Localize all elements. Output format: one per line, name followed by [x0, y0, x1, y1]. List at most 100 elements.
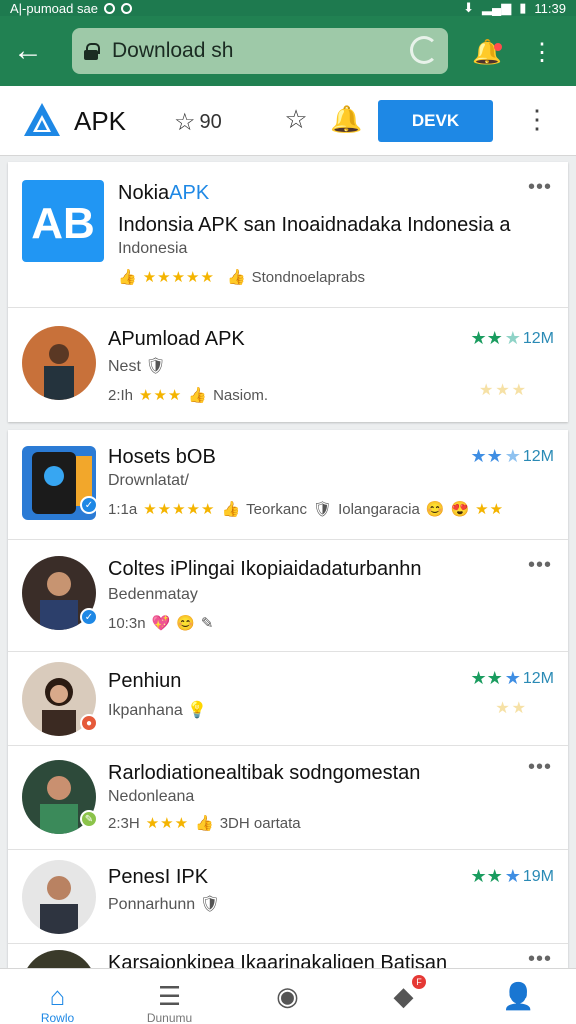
notification-badge: F	[412, 975, 426, 989]
item-title: Coltes iPlingai Ikopiaidadaturbanhn	[108, 558, 422, 580]
item-subtitle-text: Ikpanhana	[108, 702, 183, 719]
stars: ★★★	[145, 815, 190, 832]
stars: ★★	[475, 501, 505, 518]
nav-list[interactable]: ☰ Dunumu	[112, 969, 227, 1024]
clock: 11:39	[534, 0, 566, 16]
item-meta: 1:1a ★★★★★ 👍 Teorkanc 🛡 Iolangaracia 😊 😍 ★★	[108, 500, 505, 519]
item-rating: ★★ ★ 12M	[470, 328, 554, 348]
featured-description: Indonsia APK san Inoaidnadaka Indonesia …	[118, 214, 511, 236]
item-title: Karsaionkipea Ikaarinakaligen Batisan	[108, 952, 448, 968]
title-prefix: Nokia	[118, 182, 170, 204]
nav-tag[interactable]: ◆ F	[346, 969, 461, 1024]
thumb-icon: 👍	[118, 269, 137, 286]
item-title: APumload APK	[108, 328, 245, 350]
status-bar: A|-pumoad sae ⬇ ▂▄▆ ▮ 11:39	[0, 0, 576, 16]
item-title: Penhiun	[108, 670, 182, 692]
rating[interactable]: ☆ 90	[174, 108, 222, 137]
featured-title: NokiaAPK	[118, 182, 209, 205]
verified-icon: ✓	[80, 608, 98, 626]
list-item[interactable]: ● Penhiun Ikpanhana 💡 ★★ ★ 12M ★★	[8, 652, 568, 746]
svg-text:AB: AB	[31, 199, 95, 248]
list-item[interactable]: ✓ Hosets bOB Drownlatat/ 1:1a ★★★★★ 👍 Teork…	[8, 430, 568, 540]
back-arrow-icon[interactable]: ←	[0, 23, 56, 79]
item-title: PenesI IPK	[108, 866, 209, 888]
edit-badge-icon: ✎	[80, 810, 98, 828]
more-vert-icon[interactable]: ⋮	[530, 38, 554, 68]
item-rating: ★★ ★ 12M	[470, 668, 554, 688]
item-size: 12M	[522, 329, 554, 347]
item-count: 2:Ih	[108, 386, 134, 404]
item-title: Rarlodiationealtibak sodngomestan	[108, 762, 421, 784]
circle-icon: ◉	[276, 981, 299, 1011]
more-vert-icon[interactable]: ⋮	[524, 104, 550, 134]
item-size: 12M	[522, 447, 554, 465]
bulb-icon: 💡	[187, 702, 208, 719]
status-circle-icon	[103, 2, 115, 14]
item-meta: 10:3n 💖 😊 ✎	[108, 614, 214, 633]
title-accent: APK	[169, 182, 210, 204]
item-subtitle: Nest 🛡	[108, 356, 166, 376]
apps-list: ✓ Hosets bOB Drownlatat/ 1:1a ★★★★★ 👍 Teork…	[8, 430, 568, 968]
nav-list-label: Dunumu	[146, 1011, 193, 1024]
star-outline-icon: ☆	[174, 109, 196, 136]
nav-profile[interactable]: 👤	[461, 969, 576, 1024]
stars: ★★★★★	[142, 269, 215, 286]
item-meta-text: Nasiom.	[213, 386, 269, 404]
item-subtitle: Nedonleana	[108, 788, 195, 805]
status-text: A|-pumoad sae	[10, 0, 98, 16]
item-title: Hosets bOB	[108, 446, 216, 468]
address-bar[interactable]: Download sh	[72, 28, 448, 74]
item-subtitle-text: Ponnarhunn	[108, 896, 196, 913]
list-item[interactable]: ✓ Coltes iPlingai Ikopiaidadaturbanhn Be…	[8, 540, 568, 652]
featured-row[interactable]: AB NokiaAPK Indonsia APK san Inoaidnadak…	[8, 162, 568, 308]
rating-value: 90	[199, 111, 222, 133]
more-horiz-icon[interactable]: •••	[528, 176, 552, 199]
thumb-icon: 👍	[221, 501, 241, 518]
nav-home[interactable]: ⌂ Rowlo	[0, 969, 115, 1024]
stars: ★★★	[139, 387, 183, 404]
thumb-icon: 👍	[226, 269, 246, 286]
status-circle-icon	[120, 2, 132, 14]
reload-icon[interactable]	[410, 36, 438, 64]
item-meta-text-2: Iolangaracia	[338, 500, 420, 518]
more-horiz-icon[interactable]: •••	[528, 948, 552, 968]
item-count: 2:3H	[108, 814, 140, 832]
item-subtitle: Ikpanhana 💡	[108, 700, 207, 720]
avatar	[22, 950, 96, 968]
item-subtitle: Bedenmatay	[108, 586, 198, 603]
list-item[interactable]: Karsaionkipea Ikaarinakaligen Batisan ••…	[8, 944, 568, 968]
verified-icon: ✓	[80, 496, 98, 514]
stars: ★★★★★	[143, 501, 216, 518]
download-icon: ⬇	[463, 0, 475, 15]
app-header: APK ☆ 90 ☆ 🔔 DEVK ⋮	[0, 86, 576, 156]
more-horiz-icon[interactable]: •••	[528, 554, 552, 577]
signal-icon: ▂▄▆	[482, 0, 512, 15]
nav-home-label: Rowlo	[40, 1011, 75, 1024]
featured-meta: 👍 ★★★★★ 👍 Stondnoelaprabs	[118, 268, 365, 287]
bell-outline-icon[interactable]: 🔔	[330, 104, 362, 136]
emoji-icon: 😊	[176, 615, 195, 632]
item-size: 12M	[522, 669, 554, 687]
app-name: APK	[74, 106, 127, 136]
more-horiz-icon[interactable]: •••	[528, 756, 552, 779]
devk-button[interactable]: DEVK	[378, 100, 493, 142]
list-item[interactable]: APumload APK Nest 🛡 2:Ih ★★★ 👍 Nasiom. ★★ ★ 1…	[8, 308, 568, 422]
bell-icon[interactable]: 🔔	[472, 38, 502, 66]
item-rating: ★★ ★ 19M	[470, 866, 554, 886]
item-subtitle: Ponnarhunn 🛡	[108, 894, 220, 914]
list-item[interactable]: ✎ Rarlodiationealtibak sodngomestan Nedo…	[8, 746, 568, 850]
thumb-icon: 👍	[188, 387, 208, 404]
item-meta-text: Teorkanc	[246, 500, 308, 518]
star-outline-icon[interactable]: ☆	[280, 104, 312, 136]
shield-icon: 🛡	[199, 896, 220, 913]
nav-circle[interactable]: ◉	[230, 969, 345, 1024]
home-icon: ⌂	[49, 981, 66, 1011]
item-meta: 2:3H ★★★ 👍 3DH oartata	[108, 814, 301, 833]
avatar	[22, 326, 96, 400]
item-meta: 2:Ih ★★★ 👍 Nasiom.	[108, 386, 269, 405]
battery-icon: ▮	[519, 0, 527, 15]
emoji-icon: 😍	[450, 501, 470, 518]
faded-stars: ★★	[495, 700, 528, 717]
ab-logo: AB	[22, 180, 104, 262]
list-item[interactable]: PenesI IPK Ponnarhunn 🛡 ★★ ★ 19M	[8, 850, 568, 944]
